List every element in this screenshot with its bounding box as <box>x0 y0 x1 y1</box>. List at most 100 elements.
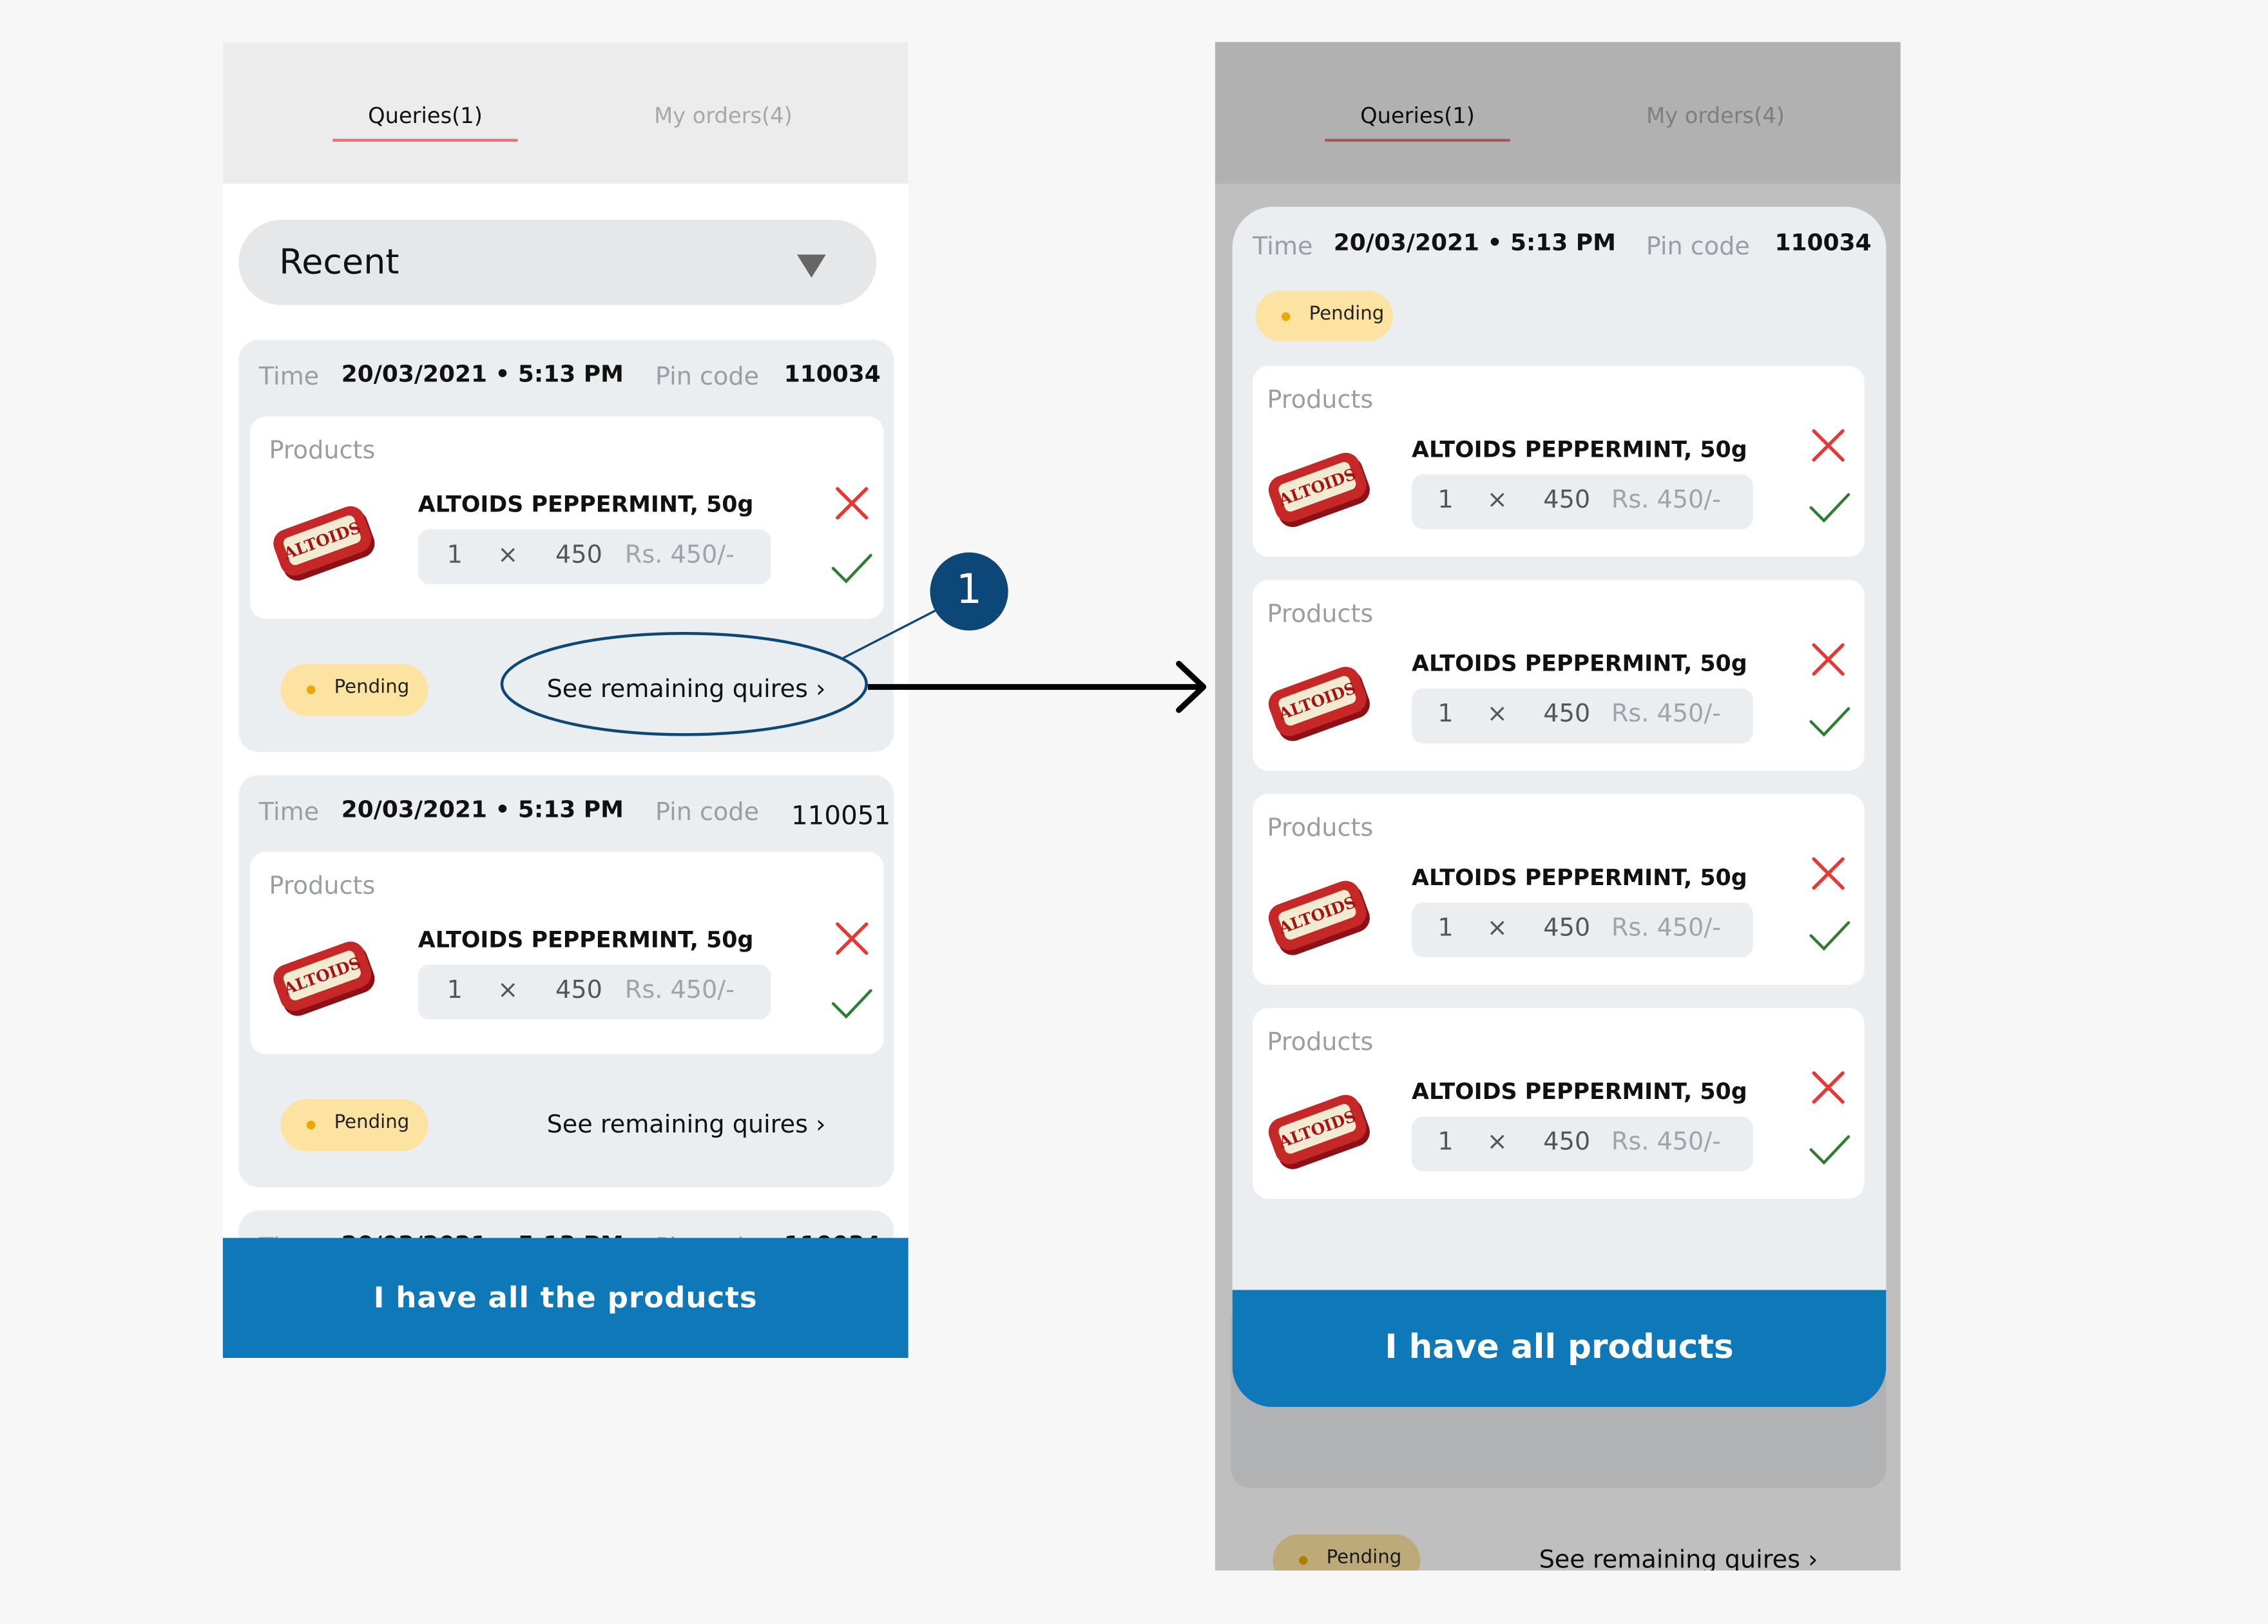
times-sign: × <box>1486 1128 1508 1157</box>
status-badge: Pending <box>1255 291 1393 341</box>
product-name: ALTOIDS PEPPERMINT, 50g <box>1412 651 1747 677</box>
altoids-tin-image: ALTOIDS <box>273 506 375 581</box>
products-label: Products <box>1267 1028 1374 1058</box>
filter-dropdown[interactable]: Recent <box>238 220 877 305</box>
quantity-price-field: 1 × 450 Rs. 450/- <box>1412 902 1753 958</box>
quantity-price-field: 1 × 450 Rs. 450/- <box>1412 688 1753 743</box>
total-price-value: Rs. 450/- <box>1611 1128 1721 1157</box>
query-pin-code: 110034 <box>783 359 881 388</box>
unit-price-value: 450 <box>555 976 602 1006</box>
unit-price-value: 450 <box>1543 486 1591 515</box>
query-detail-screen: Queries(1) My orders(4) 1 × 450 Rs. 450/… <box>1215 42 1901 1571</box>
accept-check-icon[interactable] <box>1808 1132 1851 1167</box>
query-card-header: Time 20/03/2021 • 5:13 PM Pin code 11003… <box>258 357 881 397</box>
product-item: Products ALTOIDS ALTOIDS PEPPERMINT, 50g… <box>1253 1008 1865 1199</box>
query-card: Time 20/03/2021 • 5:13 PM Pin code 11005… <box>238 775 894 1188</box>
quantity-value: 1 <box>1437 486 1454 515</box>
accept-check-icon[interactable] <box>831 986 874 1021</box>
reject-x-icon[interactable] <box>1809 1069 1847 1106</box>
products-label: Products <box>1267 600 1374 629</box>
status-badge: Pending <box>280 1099 428 1151</box>
times-sign: × <box>497 976 519 1006</box>
callout-annotation <box>500 552 1207 736</box>
total-price-value: Rs. 450/- <box>1611 486 1721 515</box>
times-sign: × <box>1486 486 1508 515</box>
reject-x-icon[interactable] <box>1809 426 1847 464</box>
pin-code-label: Pin code <box>1646 233 1750 262</box>
see-remaining-link[interactable]: See remaining quires › <box>547 1111 826 1140</box>
product-name: ALTOIDS PEPPERMINT, 50g <box>1412 436 1747 463</box>
unit-price-value: 450 <box>1543 1128 1591 1157</box>
status-text: Pending <box>334 1112 410 1134</box>
altoids-tin-image: ALTOIDS <box>1268 881 1370 955</box>
products-label: Products <box>269 436 376 466</box>
quantity-price-field: 1 × 450 Rs. 450/- <box>1412 474 1753 530</box>
quantity-price-field: 1 × 450 Rs. 450/- <box>1412 1116 1753 1172</box>
reject-x-icon[interactable] <box>1809 855 1847 892</box>
quantity-value: 1 <box>1437 913 1454 943</box>
status-text: Pending <box>1309 303 1385 326</box>
unit-price-value: 450 <box>1543 913 1591 943</box>
status-badge: Pending <box>280 664 428 716</box>
total-price-value: Rs. 450/- <box>624 976 735 1006</box>
product-name: ALTOIDS PEPPERMINT, 50g <box>1412 1078 1747 1105</box>
product-item: Products ALTOIDS ALTOIDS PEPPERMINT, 50g… <box>250 852 884 1055</box>
pin-code-label: Pin code <box>655 798 760 828</box>
status-dot <box>306 685 316 694</box>
accept-check-icon[interactable] <box>1808 919 1851 953</box>
tab-my-orders[interactable]: My orders(4) <box>631 102 816 128</box>
status-dot <box>306 1120 316 1130</box>
altoids-tin-image: ALTOIDS <box>273 941 375 1016</box>
query-pin-code: 110051 <box>791 801 891 832</box>
altoids-tin-image: ALTOIDS <box>1268 452 1370 528</box>
query-datetime: 20/03/2021 • 5:13 PM <box>341 359 624 388</box>
query-datetime: 20/03/2021 • 5:13 PM <box>341 795 624 823</box>
reject-x-icon[interactable] <box>833 484 870 522</box>
tab-bar: Queries(1) My orders(4) <box>222 42 908 184</box>
active-tab-underline <box>332 139 518 142</box>
chevron-right-icon: › <box>816 1111 826 1140</box>
product-item: Products ALTOIDS ALTOIDS PEPPERMINT, 50g… <box>1253 580 1865 771</box>
quantity-value: 1 <box>1437 1128 1454 1157</box>
product-name: ALTOIDS PEPPERMINT, 50g <box>1412 865 1747 891</box>
altoids-tin-image: ALTOIDS <box>1268 667 1370 741</box>
product-name: ALTOIDS PEPPERMINT, 50g <box>418 926 754 953</box>
times-sign: × <box>1486 913 1508 943</box>
products-label: Products <box>269 872 376 901</box>
accept-check-icon[interactable] <box>1808 704 1851 739</box>
products-label: Products <box>1267 386 1374 416</box>
quantity-value: 1 <box>1437 700 1454 729</box>
quantity-price-field: 1 × 450 Rs. 450/- <box>418 964 771 1020</box>
tab-queries[interactable]: Queries(1) <box>332 102 517 128</box>
accept-check-icon[interactable] <box>1808 490 1851 525</box>
have-all-products-button[interactable]: I have all the products <box>222 1237 908 1358</box>
total-price-value: Rs. 450/- <box>1611 700 1721 729</box>
see-remaining-label: See remaining quires <box>546 1111 808 1140</box>
query-pin-code: 110034 <box>1774 228 1872 256</box>
query-card-header: Time 20/03/2021 • 5:13 PM Pin code 11005… <box>258 792 890 833</box>
query-detail-modal: Time 20/03/2021 • 5:13 PM Pin code 11003… <box>1232 207 1887 1408</box>
status-dot <box>1281 312 1291 321</box>
callout-number: 1 <box>956 565 983 613</box>
total-price-value: Rs. 450/- <box>1611 913 1721 943</box>
time-label: Time <box>258 363 320 392</box>
product-name: ALTOIDS PEPPERMINT, 50g <box>418 492 754 518</box>
have-all-products-button[interactable]: I have all products <box>1232 1290 1887 1408</box>
callout-ellipse <box>500 632 868 736</box>
filter-selected-value: Recent <box>279 241 399 282</box>
product-item: Products ALTOIDS ALTOIDS PEPPERMINT, 50g… <box>1253 365 1865 557</box>
caret-down-icon <box>796 254 826 278</box>
status-text: Pending <box>334 676 410 699</box>
pin-code-label: Pin code <box>655 363 760 392</box>
altoids-tin-image: ALTOIDS <box>1268 1094 1370 1169</box>
reject-x-icon[interactable] <box>833 920 870 957</box>
products-label: Products <box>1267 814 1374 843</box>
quantity-value: 1 <box>447 540 463 570</box>
query-datetime: 20/03/2021 • 5:13 PM <box>1333 228 1616 256</box>
product-item: Products ALTOIDS ALTOIDS PEPPERMINT, 50g… <box>1253 794 1865 985</box>
unit-price-value: 450 <box>1543 700 1591 729</box>
time-label: Time <box>258 798 320 828</box>
quantity-value: 1 <box>447 976 463 1006</box>
time-label: Time <box>1253 233 1313 262</box>
reject-x-icon[interactable] <box>1809 640 1847 678</box>
